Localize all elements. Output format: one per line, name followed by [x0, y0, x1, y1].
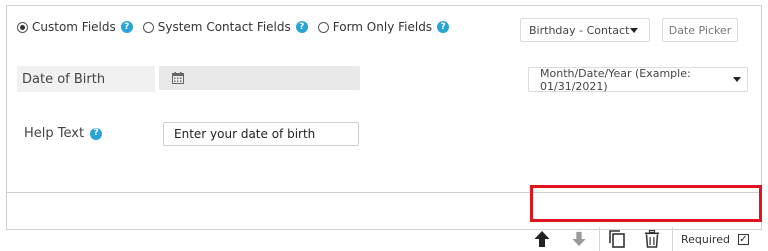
copy-icon	[609, 230, 625, 248]
help-text-label: Help Text	[24, 126, 85, 141]
field-select[interactable]: Birthday - Contact	[520, 18, 650, 42]
help-icon[interactable]: ?	[295, 21, 308, 33]
date-picker-button[interactable]: Date Picker	[662, 18, 738, 42]
radio-system-contact-fields[interactable]: System Contact Fields ?	[142, 20, 308, 34]
help-icon[interactable]: ?	[120, 21, 133, 33]
delete-button[interactable]	[642, 229, 662, 249]
help-text-label-row: Help Text ?	[24, 126, 103, 141]
chevron-down-icon	[630, 27, 638, 33]
trash-icon	[645, 230, 659, 248]
toolbar-separator	[599, 227, 600, 251]
radio-label: Custom Fields	[32, 20, 116, 34]
radio-form-only-fields[interactable]: Form Only Fields ?	[317, 20, 450, 34]
date-input[interactable]	[159, 66, 360, 90]
radio-label: System Contact Fields	[157, 20, 291, 34]
arrow-down-icon	[572, 231, 586, 247]
radio-custom-fields[interactable]: Custom Fields ?	[17, 20, 133, 34]
arrow-up-icon	[534, 231, 550, 247]
field-select-value: Birthday - Contact	[529, 23, 630, 37]
radio-button[interactable]	[317, 21, 329, 33]
help-icon[interactable]: ?	[90, 127, 103, 140]
copy-button[interactable]	[606, 228, 628, 250]
toolbar-separator	[672, 227, 673, 251]
radio-button[interactable]	[142, 21, 154, 33]
toolbar-highlight	[530, 185, 762, 222]
radio-button-checked[interactable]	[17, 21, 28, 33]
move-down-button[interactable]	[569, 229, 589, 249]
chevron-down-icon	[733, 77, 741, 82]
date-format-value: Month/Date/Year (Example: 01/31/2021)	[540, 66, 691, 93]
help-text-input[interactable]	[163, 122, 359, 146]
help-icon[interactable]: ?	[437, 21, 450, 33]
calendar-icon	[172, 72, 184, 84]
field-source-radio-group: Custom Fields ? System Contact Fields ? …	[17, 18, 459, 36]
radio-label: Form Only Fields	[332, 20, 433, 34]
field-label[interactable]: Date of Birth	[17, 66, 155, 92]
date-format-select[interactable]: Month/Date/Year (Example: 01/31/2021)	[528, 66, 748, 93]
move-up-button[interactable]	[532, 229, 552, 249]
